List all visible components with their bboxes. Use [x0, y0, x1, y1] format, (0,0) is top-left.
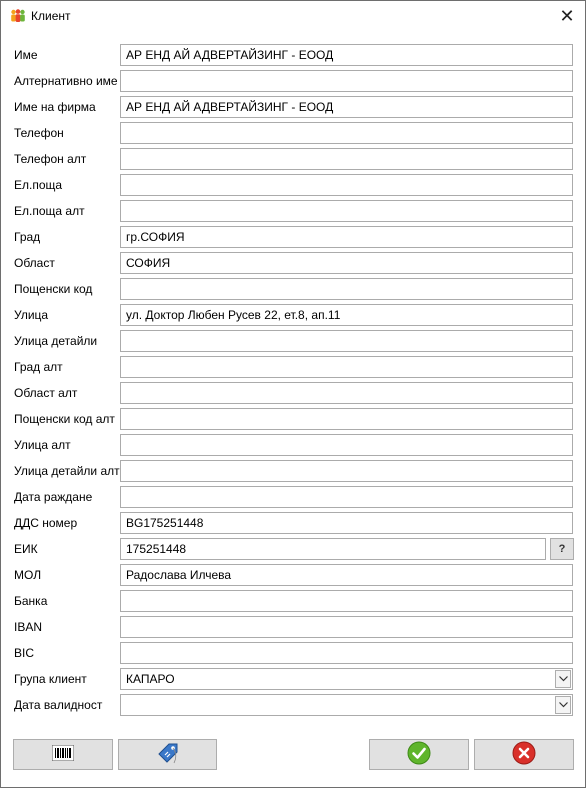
field-row-region: Област: [1, 250, 585, 276]
title-bar: Клиент ✕: [1, 1, 585, 31]
field-label: Улица детайли: [14, 334, 98, 348]
field-label: Пощенски код: [14, 282, 93, 296]
city-alt-field[interactable]: [120, 356, 573, 378]
field-label: Дата раждане: [14, 490, 93, 504]
window-title: Клиент: [31, 9, 71, 23]
mol-field[interactable]: [120, 564, 573, 586]
field-row-alt-name: Алтернативно име: [1, 68, 585, 94]
client-group-select[interactable]: КАПАРО: [120, 668, 573, 690]
valid-date-select[interactable]: [120, 694, 573, 716]
field-label: Ел.поща алт: [14, 204, 85, 218]
field-row-bank: Банка: [1, 588, 585, 614]
field-row-valid-date: Дата валидност: [1, 692, 585, 718]
ok-button[interactable]: [369, 739, 469, 770]
field-row-postal-code-alt: Пощенски код алт: [1, 406, 585, 432]
field-row-email-alt: Ел.поща алт: [1, 198, 585, 224]
iban-field[interactable]: [120, 616, 573, 638]
question-mark-icon: ?: [558, 543, 566, 555]
field-label: Име: [14, 48, 38, 62]
field-row-vat-number: ДДС номер: [1, 510, 585, 536]
checkmark-icon: [407, 741, 431, 768]
name-field[interactable]: [120, 44, 573, 66]
chevron-down-icon[interactable]: [555, 670, 571, 688]
bic-field[interactable]: [120, 642, 573, 664]
field-row-street: Улица: [1, 302, 585, 328]
field-row-street-alt: Улица алт: [1, 432, 585, 458]
field-row-eik: ЕИК ?: [1, 536, 585, 562]
people-icon: [10, 9, 26, 23]
region-alt-field[interactable]: [120, 382, 573, 404]
barcode-icon: [51, 744, 75, 764]
street-field[interactable]: [120, 304, 573, 326]
phone-alt-field[interactable]: [120, 148, 573, 170]
field-label: Област алт: [14, 386, 78, 400]
cancel-icon: [512, 741, 536, 768]
postal-code-alt-field[interactable]: [120, 408, 573, 430]
field-label: Улица детайли алт: [14, 464, 120, 478]
field-row-mol: МОЛ: [1, 562, 585, 588]
city-field[interactable]: [120, 226, 573, 248]
field-label: Област: [14, 256, 55, 270]
field-label: МОЛ: [14, 568, 42, 582]
field-row-city-alt: Град алт: [1, 354, 585, 380]
eik-field[interactable]: [120, 538, 546, 560]
field-label: Телефон алт: [14, 152, 87, 166]
field-row-birth-date: Дата раждане: [1, 484, 585, 510]
field-row-street-details-alt: Улица детайли алт: [1, 458, 585, 484]
field-row-bic: BIC: [1, 640, 585, 666]
street-details-alt-field[interactable]: [120, 460, 573, 482]
field-label: BIC: [14, 646, 35, 660]
field-row-name: Име: [1, 42, 585, 68]
street-details-field[interactable]: [120, 330, 573, 352]
field-row-region-alt: Област алт: [1, 380, 585, 406]
field-label: Име на фирма: [14, 100, 96, 114]
phone-field[interactable]: [120, 122, 573, 144]
field-label: Алтернативно име: [14, 74, 118, 88]
close-button[interactable]: ✕: [549, 1, 585, 31]
birth-date-field[interactable]: [120, 486, 573, 508]
field-label: Телефон: [14, 126, 64, 140]
vat-number-field[interactable]: [120, 512, 573, 534]
field-row-iban: IBAN: [1, 614, 585, 640]
field-label: Група клиент: [14, 672, 87, 686]
field-row-phone-alt: Телефон алт: [1, 146, 585, 172]
company-name-field[interactable]: [120, 96, 573, 118]
eik-lookup-button[interactable]: ?: [550, 538, 574, 560]
field-row-client-group: Група клиент КАПАРО: [1, 666, 585, 692]
field-row-city: Град: [1, 224, 585, 250]
cancel-button[interactable]: [474, 739, 574, 770]
field-label: Дата валидност: [14, 698, 103, 712]
field-label: Пощенски код алт: [14, 412, 115, 426]
postal-code-field[interactable]: [120, 278, 573, 300]
email-field[interactable]: [120, 174, 573, 196]
email-alt-field[interactable]: [120, 200, 573, 222]
close-icon: ✕: [559, 5, 575, 26]
field-row-company-name: Име на фирма: [1, 94, 585, 120]
field-row-email: Ел.поща: [1, 172, 585, 198]
price-tag-icon: [156, 741, 180, 768]
field-label: ЕИК: [14, 542, 38, 556]
chevron-down-icon[interactable]: [555, 696, 571, 714]
street-alt-field[interactable]: [120, 434, 573, 456]
field-label: Град: [14, 230, 41, 244]
field-label: ДДС номер: [14, 516, 78, 530]
field-row-street-details: Улица детайли: [1, 328, 585, 354]
client-dialog: Клиент ✕ Име Алтернативно име Име на фир…: [0, 0, 586, 788]
barcode-button[interactable]: [13, 739, 113, 770]
field-label: Банка: [14, 594, 48, 608]
field-label: Ел.поща: [14, 178, 63, 192]
field-label: Улица алт: [14, 438, 71, 452]
field-row-phone: Телефон: [1, 120, 585, 146]
field-label: Град алт: [14, 360, 63, 374]
client-group-value: КАПАРО: [126, 672, 175, 686]
field-label: Улица: [14, 308, 49, 322]
price-tag-button[interactable]: [118, 739, 217, 770]
field-row-postal-code: Пощенски код: [1, 276, 585, 302]
region-field[interactable]: [120, 252, 573, 274]
bank-field[interactable]: [120, 590, 573, 612]
field-label: IBAN: [14, 620, 43, 634]
alt-name-field[interactable]: [120, 70, 573, 92]
